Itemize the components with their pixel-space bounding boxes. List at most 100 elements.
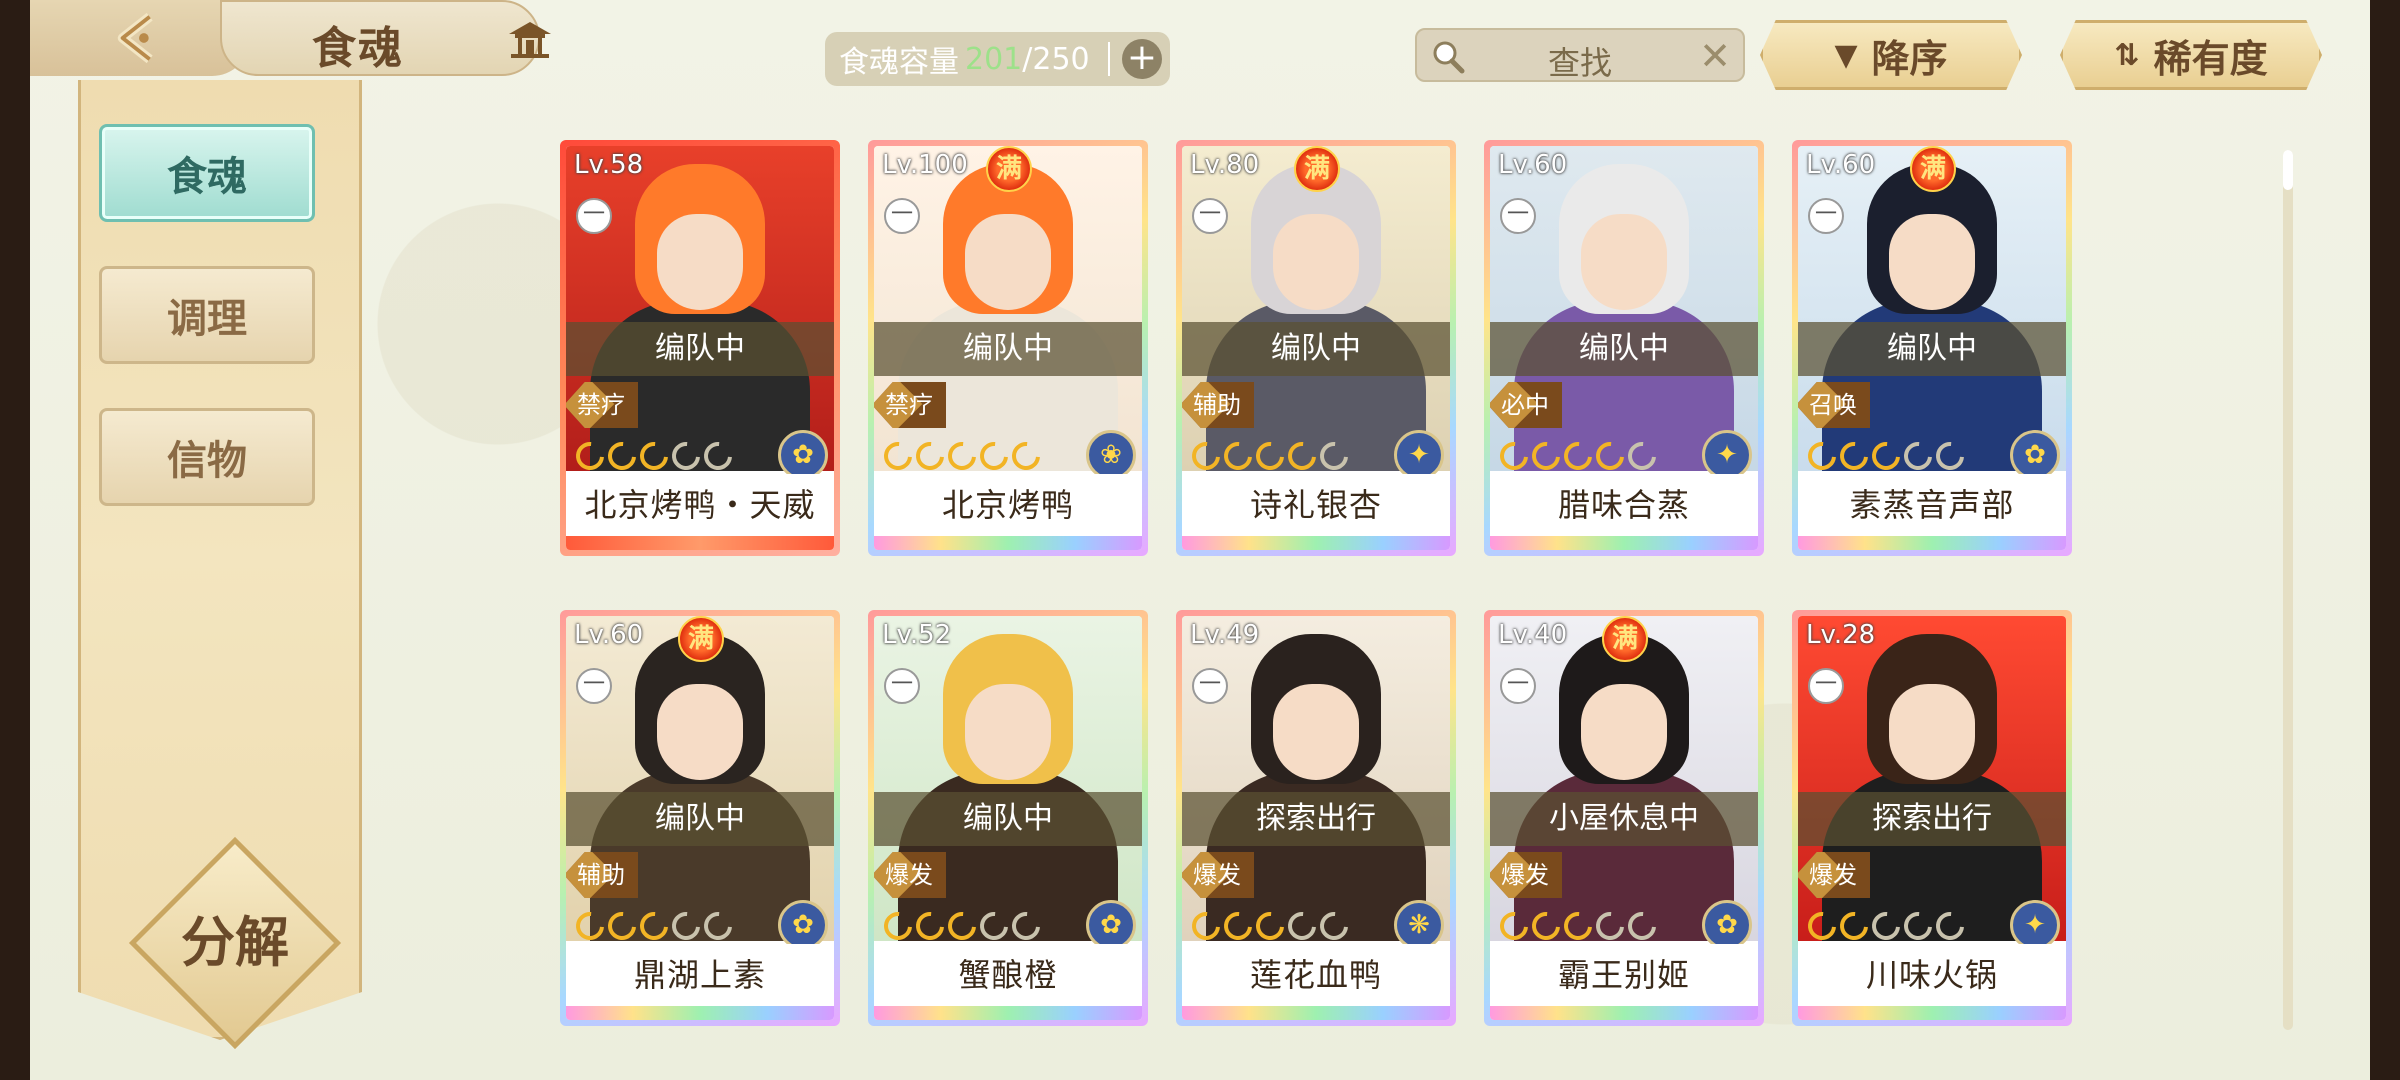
star-icon: [1282, 906, 1322, 946]
fire-element-icon: ✦: [1702, 430, 1752, 480]
star-rating: [878, 436, 1046, 476]
star-icon: [1494, 436, 1534, 476]
card-inner: Lv.60 满 一 编队中 召唤 ✿ 素蒸音声部: [1798, 146, 2066, 550]
fire-element-icon: ✦: [2010, 900, 2060, 950]
star-icon: [1558, 906, 1598, 946]
rarity-glow: [1490, 1006, 1758, 1020]
max-level-badge: 满: [1294, 146, 1340, 192]
food-soul-card[interactable]: Lv.28 一 探索出行 爆发 ✦ 川味火锅: [1792, 610, 2072, 1026]
character-name: 北京烤鸭・天威: [566, 474, 834, 536]
rank-badge: 一: [1500, 668, 1536, 704]
rank-badge: 一: [1192, 668, 1228, 704]
star-rating: [1494, 436, 1662, 476]
star-rating: [1802, 906, 1970, 946]
star-icon: [1186, 906, 1226, 946]
sort-arrows-icon: ⇅: [2114, 37, 2140, 73]
tab-cultivate[interactable]: 调理: [99, 266, 315, 364]
star-icon: [1866, 906, 1906, 946]
scroll-thumb[interactable]: [2283, 150, 2293, 190]
star-icon: [1866, 436, 1906, 476]
food-soul-card[interactable]: Lv.100 满 一 编队中 禁疗 ❀ 北京烤鸭: [868, 140, 1148, 556]
capacity-current: 201: [965, 41, 1023, 77]
star-icon: [1218, 906, 1258, 946]
status-label: 编队中: [1798, 322, 2066, 376]
star-icon: [1526, 906, 1566, 946]
level-label: Lv.58: [574, 150, 644, 180]
rarity-glow: [1798, 536, 2066, 550]
capacity-label: 食魂容量: [839, 45, 959, 80]
decompose-label: 分解: [181, 911, 289, 974]
search-placeholder: 查找: [1547, 44, 1612, 82]
star-rating: [1802, 436, 1970, 476]
star-icon: [1590, 436, 1630, 476]
character-name: 鼎湖上素: [566, 944, 834, 1006]
water-element-icon: ✿: [2010, 430, 2060, 480]
star-icon: [974, 436, 1014, 476]
card-inner: Lv.49 一 探索出行 爆发 ❋ 莲花血鸭: [1182, 616, 1450, 1020]
star-rating: [1494, 906, 1662, 946]
card-inner: Lv.80 满 一 编队中 辅助 ✦ 诗礼银杏: [1182, 146, 1450, 550]
level-label: Lv.80: [1190, 150, 1260, 180]
status-label: 编队中: [566, 322, 834, 376]
flower-element-icon: ❀: [1086, 430, 1136, 480]
wind-element-icon: ❋: [1394, 900, 1444, 950]
rarity-glow: [566, 1006, 834, 1020]
food-soul-card[interactable]: Lv.40 满 一 小屋休息中 爆发 ✿ 霸王别姬: [1484, 610, 1764, 1026]
food-soul-card[interactable]: Lv.60 满 一 编队中 召唤 ✿ 素蒸音声部: [1792, 140, 2072, 556]
expand-capacity-button[interactable]: +: [1122, 39, 1162, 79]
water-element-icon: ✿: [778, 430, 828, 480]
star-icon: [1622, 436, 1662, 476]
star-rating: [570, 906, 738, 946]
rank-badge: 一: [576, 198, 612, 234]
back-button[interactable]: [30, 0, 250, 76]
rarity-filter-button[interactable]: ⇅ 稀有度: [2060, 20, 2322, 90]
max-level-badge: 满: [1910, 146, 1956, 192]
food-soul-card[interactable]: Lv.52 一 编队中 爆发 ✿ 蟹酿橙: [868, 610, 1148, 1026]
rarity-glow: [1182, 536, 1450, 550]
game-screen: 食魂 食魂容量 201 /250 + 查找 ✕ ▼ 降序 ⇅ 稀有度 食魂 调理…: [30, 0, 2370, 1080]
character-name: 腊味合蒸: [1490, 474, 1758, 536]
level-label: Lv.28: [1806, 620, 1876, 650]
star-icon: [1898, 906, 1938, 946]
food-soul-card[interactable]: Lv.49 一 探索出行 爆发 ❋ 莲花血鸭: [1176, 610, 1456, 1026]
status-label: 编队中: [874, 792, 1142, 846]
sort-order-button[interactable]: ▼ 降序: [1760, 20, 2022, 90]
rank-badge: 一: [884, 668, 920, 704]
tab-tokens[interactable]: 信物: [99, 408, 315, 506]
status-label: 小屋休息中: [1490, 792, 1758, 846]
star-icon: [602, 906, 642, 946]
scrollbar[interactable]: [2283, 150, 2293, 1030]
star-icon: [878, 436, 918, 476]
food-soul-card[interactable]: Lv.60 一 编队中 必中 ✦ 腊味合蒸: [1484, 140, 1764, 556]
card-inner: Lv.100 满 一 编队中 禁疗 ❀ 北京烤鸭: [874, 146, 1142, 550]
star-icon: [1622, 906, 1662, 946]
food-soul-card[interactable]: Lv.58 一 编队中 禁疗 ✿ 北京烤鸭・天威: [560, 140, 840, 556]
star-icon: [570, 906, 610, 946]
food-soul-card[interactable]: Lv.80 满 一 编队中 辅助 ✦ 诗礼银杏: [1176, 140, 1456, 556]
character-name: 霸王别姬: [1490, 944, 1758, 1006]
character-name: 莲花血鸭: [1182, 944, 1450, 1006]
tab-food-souls[interactable]: 食魂: [99, 124, 315, 222]
rank-badge: 一: [1808, 198, 1844, 234]
card-inner: Lv.40 满 一 小屋休息中 爆发 ✿ 霸王别姬: [1490, 616, 1758, 1020]
close-icon[interactable]: ✕: [1699, 34, 1731, 78]
star-icon: [1282, 436, 1322, 476]
star-icon: [942, 436, 982, 476]
page-title: 食魂: [312, 23, 404, 74]
search-box[interactable]: 查找 ✕: [1415, 28, 1745, 82]
level-label: Lv.52: [882, 620, 952, 650]
star-icon: [910, 906, 950, 946]
pavilion-icon[interactable]: [507, 20, 553, 60]
star-icon: [698, 436, 738, 476]
star-icon: [942, 906, 982, 946]
card-inner: Lv.52 一 编队中 爆发 ✿ 蟹酿橙: [874, 616, 1142, 1020]
status-label: 编队中: [874, 322, 1142, 376]
star-icon: [1558, 436, 1598, 476]
star-icon: [1006, 906, 1046, 946]
character-name: 蟹酿橙: [874, 944, 1142, 1006]
food-soul-card[interactable]: Lv.60 满 一 编队中 辅助 ✿ 鼎湖上素: [560, 610, 840, 1026]
star-icon: [666, 436, 706, 476]
water-element-icon: ✿: [778, 900, 828, 950]
capacity-max: /250: [1022, 41, 1090, 77]
rarity-glow: [874, 1006, 1142, 1020]
